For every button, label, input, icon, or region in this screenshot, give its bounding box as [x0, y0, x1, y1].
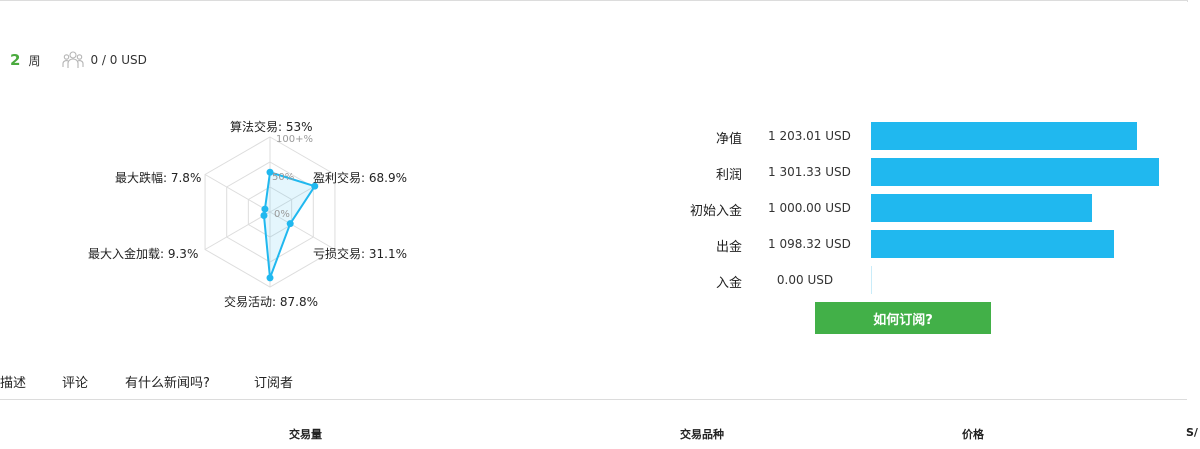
radar-label-profit-trades: 盈利交易: 68.9% [313, 171, 407, 185]
radar-label-loss-trades: 亏损交易: 31.1% [313, 247, 407, 261]
radar-grid-spoke [204, 211, 271, 250]
radar-grid-spoke [204, 174, 271, 213]
balance-bar [871, 230, 1115, 258]
radar-svg [204, 136, 336, 288]
right-edge-divider [1187, 0, 1188, 2]
radar-tick-50: 50% [272, 172, 295, 183]
balance-label: 净值 [715, 132, 742, 147]
radar-tick-0: 0% [274, 209, 290, 220]
tab-reviews[interactable]: 评论 [62, 372, 88, 391]
balance-value: 0.00 USD [776, 273, 834, 287]
radar-label-max-deposit-load: 最大入金加载: 9.3% [88, 247, 199, 261]
tab-news[interactable]: 有什么新闻吗? [125, 372, 210, 391]
tabs-divider [0, 399, 1187, 400]
balance-label: 入金 [715, 276, 742, 291]
tab-description[interactable]: 描述 [0, 372, 26, 391]
radar-label-trading-activity: 交易活动: 87.8% [224, 295, 318, 309]
balance-value: 1 301.33 USD [768, 165, 851, 179]
column-header-price[interactable]: 价格 [962, 426, 984, 442]
balance-value: 1 098.32 USD [768, 237, 851, 251]
tab-subscribers[interactable]: 订阅者 [254, 372, 293, 391]
column-header-symbol[interactable]: 交易品种 [680, 426, 724, 442]
balance-label: 初始入金 [689, 204, 742, 219]
radar-point-2 [286, 220, 294, 228]
column-header-volume[interactable]: 交易量 [289, 426, 322, 442]
radar-point-5 [261, 205, 269, 213]
column-header-sl[interactable]: S/ [1186, 426, 1198, 439]
balance-label: 出金 [715, 240, 742, 255]
radar-label-max-drawdown: 最大跌幅: 7.8% [115, 171, 202, 185]
radar-label-algo-trading: 算法交易: 53% [230, 120, 313, 134]
radar-chart: 算法交易: 53% 盈利交易: 68.9% 亏损交易: 31.1% 交易活动: … [0, 0, 600, 340]
balance-value: 1 203.01 USD [768, 129, 851, 143]
radar-point-3 [266, 274, 274, 282]
radar-point-4 [260, 211, 268, 219]
balance-label: 利润 [715, 168, 742, 183]
balance-bar [871, 194, 1093, 222]
balance-bar [871, 122, 1138, 150]
radar-tick-100: 100+% [276, 134, 313, 145]
balance-value: 1 000.00 USD [768, 201, 851, 215]
balance-bar [871, 266, 872, 294]
how-to-subscribe-button[interactable]: 如何订阅? [815, 302, 991, 334]
balance-bar [871, 158, 1159, 186]
